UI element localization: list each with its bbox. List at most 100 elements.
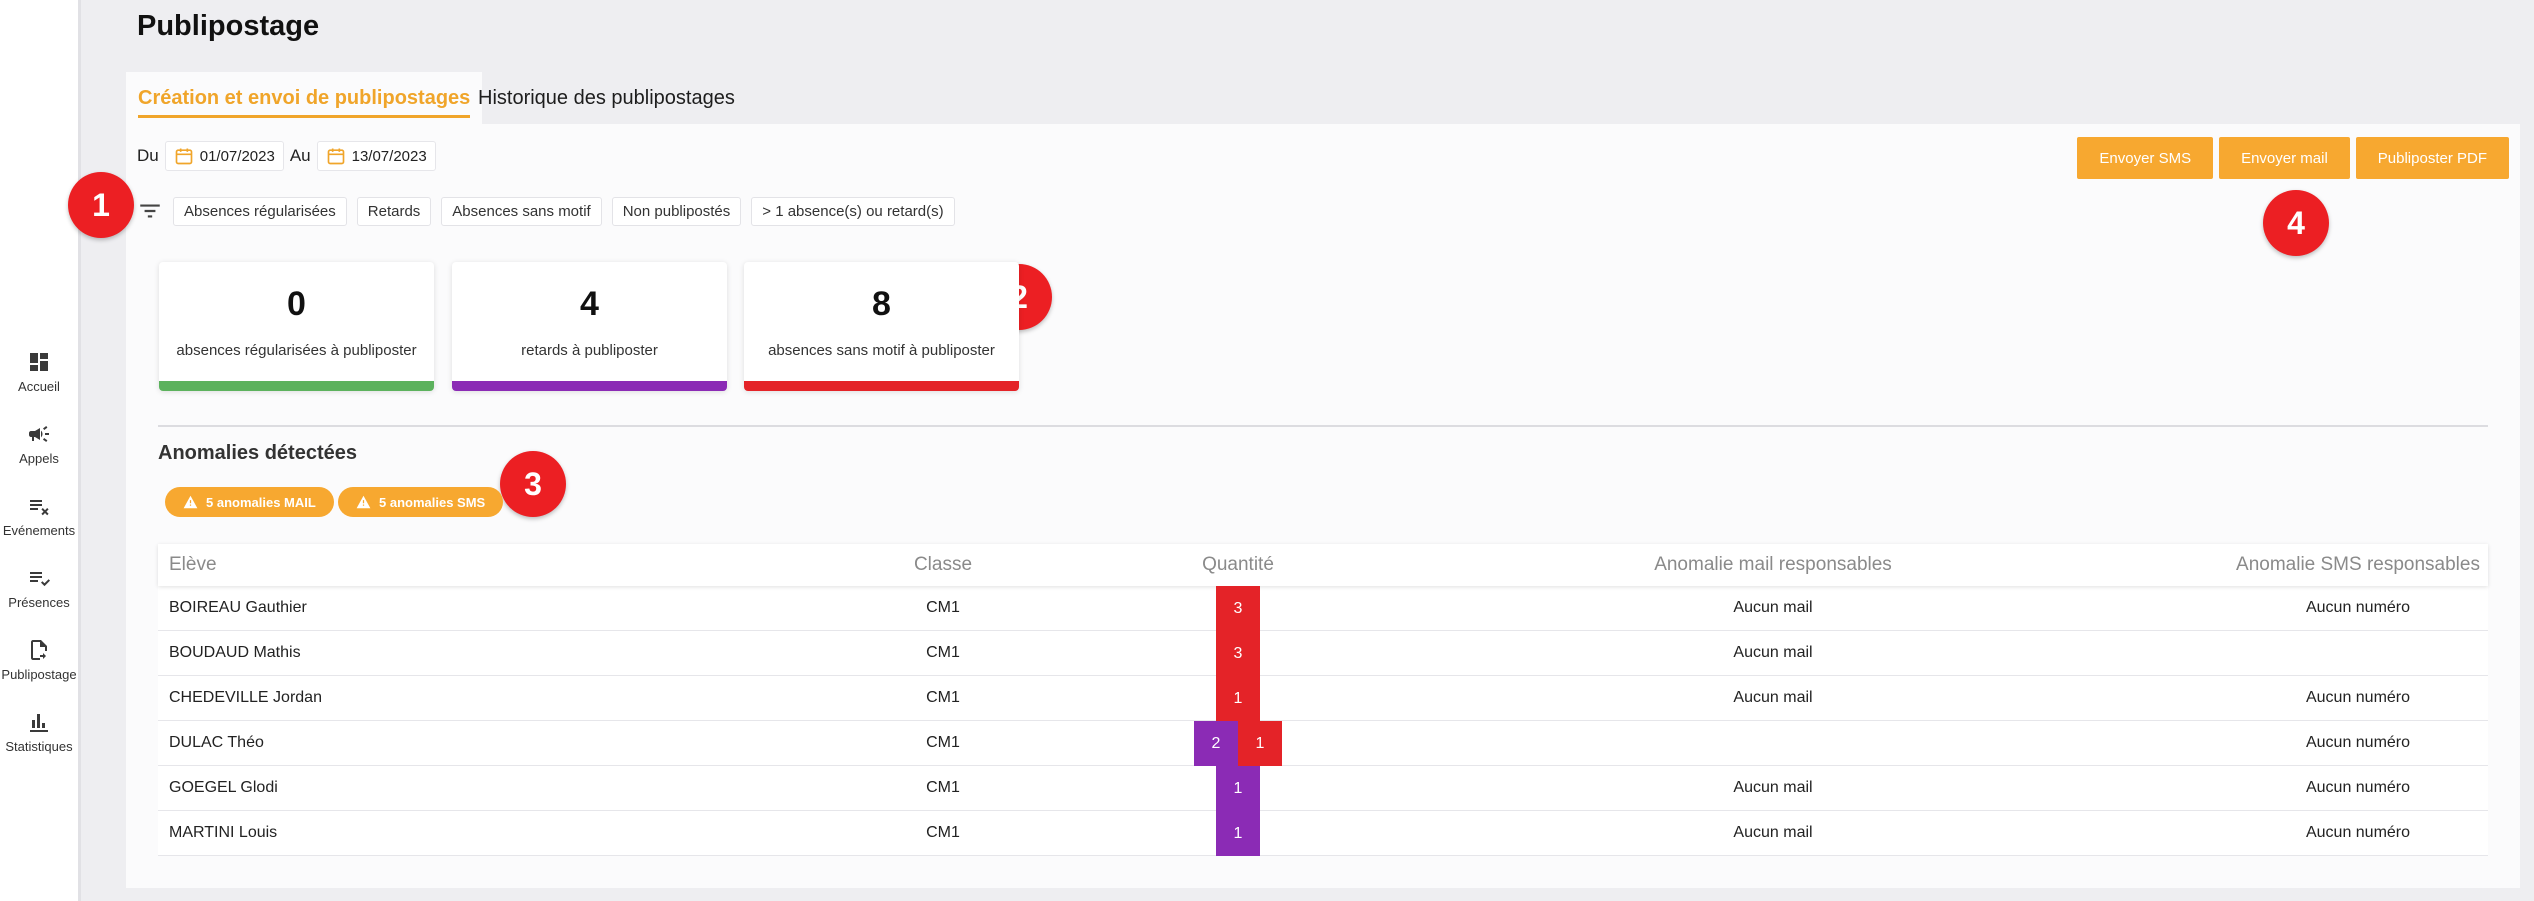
header-classe[interactable]: Classe <box>888 554 998 576</box>
header-anomalie-sms[interactable]: Anomalie SMS responsables <box>2088 554 2534 576</box>
bar-chart-icon <box>30 714 48 732</box>
cell-anomalie-sms: Aucun numéro <box>2305 689 2411 706</box>
quantity-retards-badge: 1 <box>1216 810 1260 856</box>
sidebar-item-label: Appels <box>19 451 59 466</box>
cell-eleve: DULAC Théo <box>169 734 264 751</box>
cell-eleve: CHEDEVILLE Jordan <box>169 689 322 706</box>
cell-classe: CM1 <box>926 824 960 841</box>
sidebar-item-label: Statistiques <box>5 739 73 754</box>
table-header: Elève Classe Quantité Anomalie mail resp… <box>158 544 2488 586</box>
sidebar-item-appels[interactable]: Appels <box>0 422 78 468</box>
card-label: absences régularisées à publiposter <box>176 342 417 359</box>
cell-eleve: MARTINI Louis <box>169 824 278 841</box>
tab-creation-envoi[interactable]: Création et envoi de publipostages <box>126 72 483 124</box>
cell-classe: CM1 <box>926 599 960 616</box>
card-retards[interactable]: 4 retards à publiposter <box>452 262 727 391</box>
cell-anomalie-mail: Aucun mail <box>1733 689 1813 706</box>
send-mail-button[interactable]: Envoyer mail <box>2219 137 2350 179</box>
sms-anomalies-label: 5 anomalies SMS <box>379 494 486 510</box>
list-check-icon <box>30 572 50 587</box>
quantity-absences-badge: 3 <box>1216 585 1260 631</box>
send-sms-button[interactable]: Envoyer SMS <box>2077 137 2214 179</box>
action-buttons: Envoyer SMS Envoyer mail Publiposter PDF <box>2077 137 2509 179</box>
cell-anomalie-mail: Aucun mail <box>1733 644 1813 661</box>
header-anomalie-mail[interactable]: Anomalie mail responsables <box>1508 554 2038 576</box>
cell-anomalie-sms: Aucun numéro <box>2305 824 2411 841</box>
quantity-absences-badge: 1 <box>1216 675 1260 721</box>
table-row[interactable]: BOIREAU Gauthier CM1 3 Aucun mail Aucun numé… <box>158 585 2488 631</box>
card-value: 0 <box>287 285 306 323</box>
cell-anomalie-mail: Aucun mail <box>1733 599 1813 616</box>
warning-icon <box>356 495 371 509</box>
card-color-bar <box>159 381 434 391</box>
filter-bar: Absences régularisées Retards Absences s… <box>137 195 955 227</box>
file-send-icon <box>31 640 47 660</box>
mail-anomalies-badge[interactable]: 5 anomalies MAIL <box>165 487 334 517</box>
cell-anomalie-mail: Aucun mail <box>1733 824 1813 841</box>
table-row[interactable]: BOUDAUD Mathis CM1 3 Aucun mail <box>158 630 2488 676</box>
anomalies-table: Elève Classe Quantité Anomalie mail resp… <box>158 544 2488 856</box>
annotation-marker: 1 <box>68 172 134 238</box>
sidebar-item-evenements[interactable]: Evénements <box>0 494 78 540</box>
cell-quantite: 21 <box>1108 720 1368 766</box>
cell-eleve: BOIREAU Gauthier <box>169 599 307 616</box>
sidebar: Accueil Appels Evénements Présences Publ… <box>0 0 81 901</box>
publipost-pdf-button[interactable]: Publiposter PDF <box>2355 137 2509 179</box>
cell-quantite: 1 <box>1108 765 1368 811</box>
date-to-value: 13/07/2023 <box>351 147 427 165</box>
cell-quantite: 3 <box>1108 630 1368 676</box>
sidebar-item-statistiques[interactable]: Statistiques <box>0 710 78 756</box>
filter-absences-regularisees[interactable]: Absences régularisées <box>173 196 347 226</box>
quantity-absences-badge: 3 <box>1216 630 1260 676</box>
filter-plus-une-absence[interactable]: > 1 absence(s) ou retard(s) <box>751 196 955 226</box>
tab-historique[interactable]: Historique des publipostages <box>466 72 747 124</box>
sidebar-item-accueil[interactable]: Accueil <box>0 350 78 396</box>
card-absences-sans-motif[interactable]: 8 absences sans motif à publiposter <box>744 262 1019 391</box>
sms-anomalies-badge[interactable]: 5 anomalies SMS <box>338 487 504 517</box>
filter-retards[interactable]: Retards <box>356 196 432 226</box>
cell-classe: CM1 <box>926 779 960 796</box>
filter-non-publipostes[interactable]: Non publipostés <box>611 196 742 226</box>
table-row[interactable]: DULAC Théo CM1 2 1 Aucun numéro <box>158 720 2488 766</box>
cell-anomalie-sms: Aucun numéro <box>2305 599 2411 616</box>
calendar-icon <box>327 148 344 165</box>
card-label: absences sans motif à publiposter <box>768 342 995 359</box>
filter-absences-sans-motif[interactable]: Absences sans motif <box>441 196 602 226</box>
mail-anomalies-label: 5 anomalies MAIL <box>206 494 316 510</box>
megaphone-icon <box>29 426 49 442</box>
table-body: BOIREAU Gauthier CM1 3 Aucun mail Aucun numé… <box>158 585 2488 856</box>
date-to-picker[interactable]: 13/07/2023 <box>316 141 436 171</box>
cell-classe: CM1 <box>926 689 960 706</box>
date-from-label: Du <box>137 146 159 165</box>
cell-quantite: 1 <box>1108 810 1368 856</box>
table-row[interactable]: GOEGEL Glodi CM1 1 Aucun mail Aucun numéro <box>158 765 2488 811</box>
table-row[interactable]: MARTINI Louis CM1 1 Aucun mail Aucun numéro <box>158 810 2488 856</box>
date-from-picker[interactable]: 01/07/2023 <box>164 141 284 171</box>
divider <box>158 425 2488 427</box>
sidebar-item-label: Evénements <box>2 523 76 538</box>
cell-anomalie-sms: Aucun numéro <box>2305 734 2411 751</box>
dashboard-icon <box>30 353 48 371</box>
card-color-bar <box>744 381 1019 391</box>
cell-classe: CM1 <box>926 644 960 661</box>
table-row[interactable]: CHEDEVILLE Jordan CM1 1 Aucun mail Aucun num… <box>158 675 2488 721</box>
card-absences-regularisees[interactable]: 0 absences régularisées à publiposter <box>159 262 434 391</box>
date-to-label: Au <box>289 146 311 165</box>
cell-quantite: 3 <box>1108 585 1368 631</box>
cell-anomalie-sms: Aucun numéro <box>2305 779 2411 796</box>
sidebar-item-label: Présences <box>8 595 70 610</box>
sidebar-item-publipostage[interactable]: Publipostage <box>0 638 78 684</box>
date-from-value: 01/07/2023 <box>199 147 275 165</box>
list-remove-icon <box>30 500 49 516</box>
card-label: retards à publiposter <box>521 342 658 359</box>
header-eleve[interactable]: Elève <box>169 554 217 576</box>
annotation-marker: 4 <box>2263 190 2329 256</box>
warning-icon <box>183 495 198 509</box>
header-quantite[interactable]: Quantité <box>1108 554 1368 576</box>
anomalies-title: Anomalies détectées <box>158 442 357 464</box>
quantity-retards-badge: 1 <box>1216 765 1260 811</box>
cell-eleve: GOEGEL Glodi <box>169 779 278 796</box>
sidebar-item-presences[interactable]: Présences <box>0 566 78 612</box>
calendar-icon <box>175 148 193 165</box>
filter-icon[interactable] <box>137 198 163 224</box>
